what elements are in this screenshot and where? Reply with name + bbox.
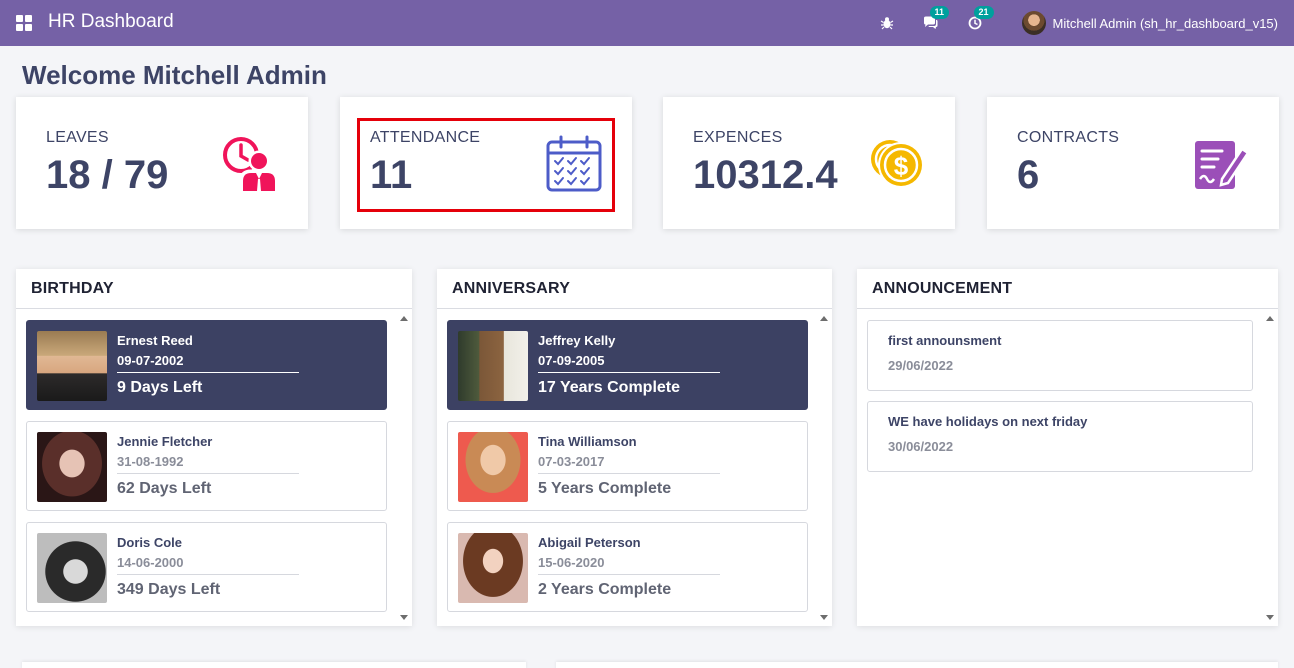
- scroll-up-icon[interactable]: [400, 316, 408, 321]
- join-date: 07-09-2005: [538, 353, 605, 368]
- user-menu[interactable]: Mitchell Admin (sh_hr_dashboard_v15): [1021, 11, 1278, 35]
- anniversary-panel: ANNIVERSARY Jeffrey Kelly 07-09-2005 17 …: [437, 269, 832, 626]
- scroll-down-icon[interactable]: [400, 615, 408, 620]
- chat-badge: 11: [929, 6, 950, 19]
- announcement-title: ANNOUNCEMENT: [857, 269, 1278, 309]
- employee-photo: [37, 331, 107, 401]
- divider: [117, 473, 299, 474]
- announcement-card[interactable]: first announsment 29/06/2022: [867, 320, 1253, 391]
- anniversary-card[interactable]: Tina Williamson 07-03-2017 5 Years Compl…: [447, 421, 808, 511]
- employee-name: Jennie Fletcher: [117, 434, 213, 449]
- employee-photo: [458, 432, 528, 502]
- years-complete: 5 Years Complete: [538, 480, 672, 497]
- divider: [117, 574, 299, 575]
- birthday-title: BIRTHDAY: [16, 269, 412, 309]
- dollar-coins-icon: $: [871, 140, 924, 188]
- divider: [117, 372, 299, 373]
- calendar-check-icon: [546, 135, 602, 192]
- stat-label: CONTRACTS: [1017, 129, 1120, 146]
- join-date: 15-06-2020: [538, 555, 605, 570]
- stat-value: 6: [1017, 153, 1040, 197]
- activity-badge: 21: [973, 6, 994, 19]
- scroll-down-icon[interactable]: [820, 615, 828, 620]
- scroll-up-icon[interactable]: [820, 316, 828, 321]
- employee-name: Tina Williamson: [538, 434, 637, 449]
- contract-edit-icon: [1195, 141, 1250, 189]
- employee-photo: [37, 533, 107, 603]
- top-navbar: HR Dashboard 11 21 Mitchell Admin (sh_hr…: [0, 0, 1294, 46]
- announcement-date: 30/06/2022: [888, 439, 954, 454]
- days-left: 349 Days Left: [117, 581, 221, 598]
- years-complete: 2 Years Complete: [538, 581, 672, 598]
- announcement-text: WE have holidays on next friday: [888, 414, 1088, 429]
- employee-name: Doris Cole: [117, 535, 183, 550]
- birthday-card[interactable]: Jennie Fletcher 31-08-1992 62 Days Left: [26, 421, 387, 511]
- stat-card-leaves[interactable]: LEAVES 18 / 79: [16, 97, 308, 229]
- announcement-panel: ANNOUNCEMENT first announsment 29/06/202…: [857, 269, 1278, 626]
- divider: [538, 574, 720, 575]
- birthday-panel: BIRTHDAY Ernest Reed 09-07-2002 9 Days L…: [16, 269, 412, 626]
- apps-menu-icon[interactable]: [16, 15, 32, 31]
- join-date: 07-03-2017: [538, 454, 605, 469]
- user-avatar: [1021, 11, 1046, 35]
- user-name: Mitchell Admin (sh_hr_dashboard_v15): [1052, 15, 1278, 31]
- app-title: HR Dashboard: [48, 11, 174, 32]
- birthday-card[interactable]: Doris Cole 14-06-2000 349 Days Left: [26, 522, 387, 612]
- scroll-up-icon[interactable]: [1266, 316, 1274, 321]
- divider: [538, 473, 720, 474]
- announcement-card[interactable]: WE have holidays on next friday 30/06/20…: [867, 401, 1253, 472]
- bottom-panel-edge: [556, 662, 1278, 668]
- stat-card-expences[interactable]: EXPENCES 10312.4 $: [663, 97, 955, 229]
- employee-photo: [458, 331, 528, 401]
- birthday-card[interactable]: Ernest Reed 09-07-2002 9 Days Left: [26, 320, 387, 410]
- stat-card-contracts[interactable]: CONTRACTS 6: [987, 97, 1279, 229]
- employee-name: Abigail Peterson: [538, 535, 641, 550]
- welcome-heading: Welcome Mitchell Admin: [22, 60, 327, 90]
- employee-name: Ernest Reed: [117, 333, 193, 348]
- birth-date: 14-06-2000: [117, 555, 184, 570]
- stat-card-attendance[interactable]: ATTENDANCE 11: [340, 97, 632, 229]
- stat-label: EXPENCES: [693, 129, 783, 146]
- activity-clock-icon[interactable]: 21: [964, 6, 994, 34]
- birth-date: 09-07-2002: [117, 353, 184, 368]
- chat-icon[interactable]: 11: [920, 6, 950, 34]
- years-complete: 17 Years Complete: [538, 379, 681, 396]
- stat-label: ATTENDANCE: [370, 129, 481, 146]
- svg-text:$: $: [894, 151, 909, 181]
- debug-bug-icon[interactable]: [876, 12, 898, 34]
- days-left: 9 Days Left: [117, 379, 203, 396]
- stat-label: LEAVES: [46, 129, 109, 146]
- stat-value: 11: [370, 153, 413, 197]
- divider: [538, 372, 720, 373]
- birth-date: 31-08-1992: [117, 454, 184, 469]
- navbar-right: 11 21 Mitchell Admin (sh_hr_dashboard_v1…: [854, 0, 1278, 46]
- anniversary-card[interactable]: Jeffrey Kelly 07-09-2005 17 Years Comple…: [447, 320, 808, 410]
- anniversary-card[interactable]: Abigail Peterson 15-06-2020 2 Years Comp…: [447, 522, 808, 612]
- anniversary-title: ANNIVERSARY: [437, 269, 832, 309]
- employee-name: Jeffrey Kelly: [538, 333, 616, 348]
- days-left: 62 Days Left: [117, 480, 212, 497]
- stat-value: 10312.4: [693, 153, 838, 197]
- stat-value: 18 / 79: [46, 153, 169, 197]
- employee-photo: [37, 432, 107, 502]
- employee-photo: [458, 533, 528, 603]
- bottom-panel-edge: [22, 662, 526, 668]
- leave-clock-person-icon: [223, 137, 279, 193]
- announcement-text: first announsment: [888, 333, 1002, 348]
- announcement-date: 29/06/2022: [888, 358, 954, 373]
- scroll-down-icon[interactable]: [1266, 615, 1274, 620]
